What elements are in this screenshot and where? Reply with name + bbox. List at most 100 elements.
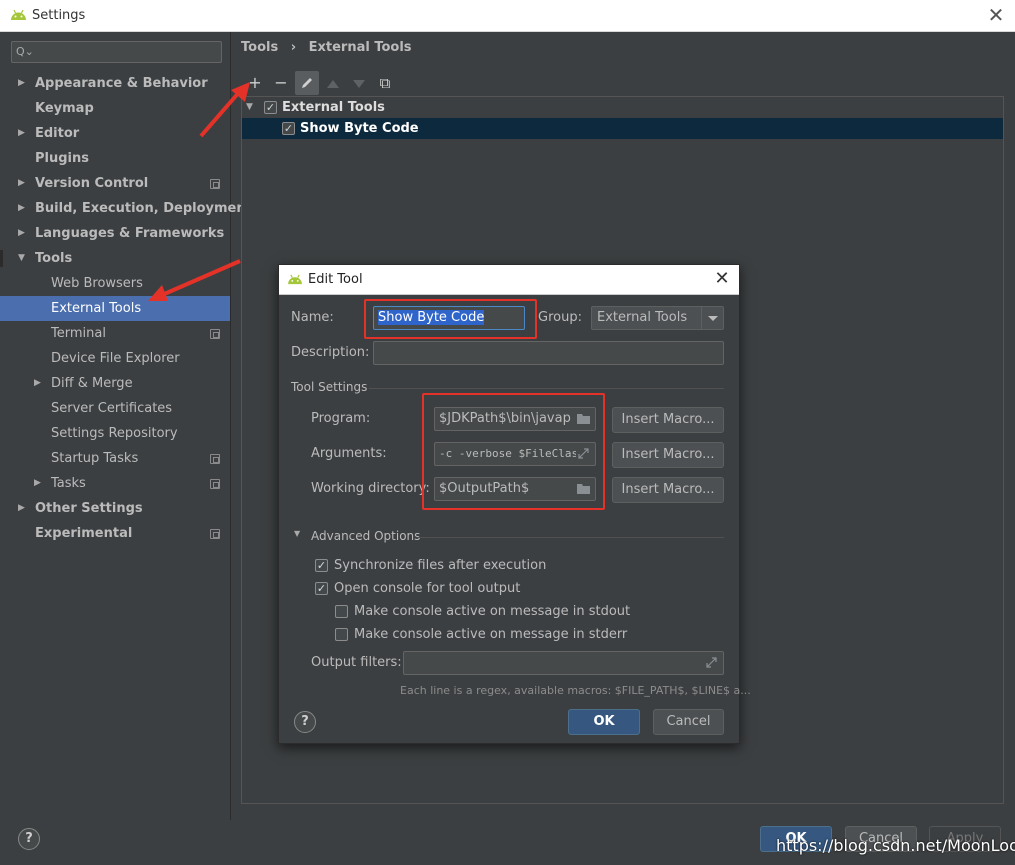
sidebar-item-languages-frameworks[interactable]: ▶ Languages & Frameworks xyxy=(0,221,230,246)
sidebar-item-tasks[interactable]: ▶ Tasks xyxy=(0,471,230,496)
group-combobox-value: External Tools xyxy=(597,310,688,325)
copy-tool-button[interactable]: ⧉ xyxy=(373,71,397,95)
tool-checkbox[interactable]: ✓ xyxy=(282,122,295,135)
tool-settings-header: Tool Settings xyxy=(291,380,368,394)
settings-search-input[interactable]: Q⌄ xyxy=(11,41,222,63)
sidebar-item-experimental[interactable]: Experimental xyxy=(0,521,230,546)
group-label: Group: xyxy=(538,310,582,325)
arrow-down-icon xyxy=(353,80,365,88)
program-insert-macro-button[interactable]: Insert Macro... xyxy=(612,407,724,433)
sidebar-item-version-control[interactable]: ▶ Version Control xyxy=(0,171,230,196)
sidebar-item-terminal[interactable]: Terminal xyxy=(0,321,230,346)
help-button[interactable]: ? xyxy=(18,828,40,850)
stdout-checkbox[interactable] xyxy=(335,605,348,618)
separator xyxy=(369,388,724,389)
sidebar-item-other-settings[interactable]: ▶ Other Settings xyxy=(0,496,230,521)
window-close-icon[interactable]: ✕ xyxy=(985,4,1007,26)
dialog-title: Edit Tool xyxy=(308,272,363,287)
sidebar-item-label: Tools xyxy=(35,251,73,266)
expand-arrow-icon[interactable]: ▼ xyxy=(18,246,25,271)
breadcrumb: Tools › External Tools xyxy=(241,40,420,55)
stderr-label: Make console active on message in stderr xyxy=(354,627,628,642)
description-label: Description: xyxy=(291,345,370,360)
annotation-arrow-toolbar xyxy=(199,82,250,138)
program-label: Program: xyxy=(311,411,371,426)
advanced-options-header[interactable]: Advanced Options xyxy=(311,529,420,543)
workdir-insert-macro-button[interactable]: Insert Macro... xyxy=(612,477,724,503)
move-up-button[interactable] xyxy=(321,71,345,95)
sidebar-item-label: Startup Tasks xyxy=(51,451,139,466)
arguments-insert-macro-button[interactable]: Insert Macro... xyxy=(612,442,724,468)
chevron-down-icon[interactable] xyxy=(701,307,723,329)
output-filters-field[interactable] xyxy=(403,651,724,675)
sidebar-item-label: Terminal xyxy=(51,326,106,341)
group-checkbox[interactable]: ✓ xyxy=(264,101,277,114)
arrow-up-icon xyxy=(327,80,339,88)
dialog-help-button[interactable]: ? xyxy=(294,711,316,733)
watermark-url: https://blog.csdn.net/MoonLoong xyxy=(776,836,1015,855)
breadcrumb-separator: › xyxy=(290,40,297,55)
android-logo-icon xyxy=(288,274,302,285)
sidebar-item-label: Languages & Frameworks xyxy=(35,226,225,241)
sync-checkbox[interactable]: ✓ xyxy=(315,559,328,572)
collapse-arrow-icon[interactable]: ▶ xyxy=(18,196,25,221)
sidebar-item-startup-tasks[interactable]: Startup Tasks xyxy=(0,446,230,471)
highlight-name xyxy=(364,299,537,339)
output-filters-hint: Each line is a regex, available macros: … xyxy=(400,684,751,697)
dialog-ok-button[interactable]: OK xyxy=(568,709,640,735)
annotation-arrow-sidebar xyxy=(148,259,241,301)
breadcrumb-current: External Tools xyxy=(308,40,412,55)
settings-sidebar: Q⌄ ▶ Appearance & Behavior Keymap ▶ Editor Pl… xyxy=(0,32,252,820)
stderr-checkbox[interactable] xyxy=(335,628,348,641)
window-titlebar: Settings ✕ xyxy=(0,0,1015,32)
sidebar-item-label: Version Control xyxy=(35,176,149,191)
sidebar-item-label: Appearance & Behavior xyxy=(35,76,208,91)
sidebar-item-server-certificates[interactable]: Server Certificates xyxy=(0,396,230,421)
sidebar-item-label: Server Certificates xyxy=(51,401,173,416)
sidebar-item-plugins[interactable]: Plugins xyxy=(0,146,230,171)
move-down-button[interactable] xyxy=(347,71,371,95)
description-field[interactable] xyxy=(373,341,724,365)
sidebar-item-settings-repository[interactable]: Settings Repository xyxy=(0,421,230,446)
sidebar-item-label: Other Settings xyxy=(35,501,143,516)
project-scope-icon xyxy=(210,529,220,539)
dialog-close-icon[interactable]: ✕ xyxy=(713,269,731,289)
sidebar-item-label: Experimental xyxy=(35,526,133,541)
sidebar-item-label: Keymap xyxy=(35,101,94,116)
expand-icon[interactable] xyxy=(704,656,719,669)
collapse-arrow-icon[interactable]: ▶ xyxy=(18,121,25,146)
collapse-arrow-icon[interactable]: ▶ xyxy=(18,221,25,246)
collapse-arrow-icon[interactable]: ▶ xyxy=(34,371,41,396)
remove-tool-button[interactable]: − xyxy=(269,71,293,95)
sidebar-item-device-file-explorer[interactable]: Device File Explorer xyxy=(0,346,230,371)
android-logo-icon xyxy=(11,9,26,20)
arguments-label: Arguments: xyxy=(311,446,387,461)
tool-row[interactable]: ✓ Show Byte Code xyxy=(242,118,1003,139)
collapse-arrow-icon[interactable]: ▶ xyxy=(18,171,25,196)
external-tools-toolbar: + − ⧉ xyxy=(241,70,1004,96)
collapse-arrow-icon[interactable]: ▶ xyxy=(18,496,25,521)
project-scope-icon xyxy=(210,329,220,339)
tool-group-row[interactable]: ▼ ✓ External Tools xyxy=(242,97,1003,118)
collapse-arrow-icon[interactable]: ▼ xyxy=(294,529,300,538)
sidebar-item-label: Editor xyxy=(35,126,80,141)
project-scope-icon xyxy=(210,454,220,464)
sidebar-item-label: Device File Explorer xyxy=(51,351,180,366)
collapse-arrow-icon[interactable]: ▶ xyxy=(34,471,41,496)
tool-label: Show Byte Code xyxy=(300,121,419,136)
sidebar-item-label: Plugins xyxy=(35,151,89,166)
sidebar-item-label: External Tools xyxy=(51,301,142,316)
section-marker xyxy=(0,250,3,267)
separator xyxy=(417,537,724,538)
pencil-icon xyxy=(302,78,312,88)
open-console-checkbox[interactable]: ✓ xyxy=(315,582,328,595)
group-combobox[interactable]: External Tools xyxy=(591,306,724,330)
open-console-label: Open console for tool output xyxy=(334,581,521,596)
collapse-arrow-icon[interactable]: ▶ xyxy=(18,71,25,96)
edit-tool-button[interactable] xyxy=(295,71,319,95)
dialog-titlebar: Edit Tool ✕ xyxy=(279,265,739,295)
breadcrumb-parent[interactable]: Tools xyxy=(241,40,278,55)
dialog-cancel-button[interactable]: Cancel xyxy=(653,709,724,735)
sidebar-item-diff-merge[interactable]: ▶ Diff & Merge xyxy=(0,371,230,396)
sidebar-item-build-execution-deployment[interactable]: ▶ Build, Execution, Deployment xyxy=(0,196,252,221)
